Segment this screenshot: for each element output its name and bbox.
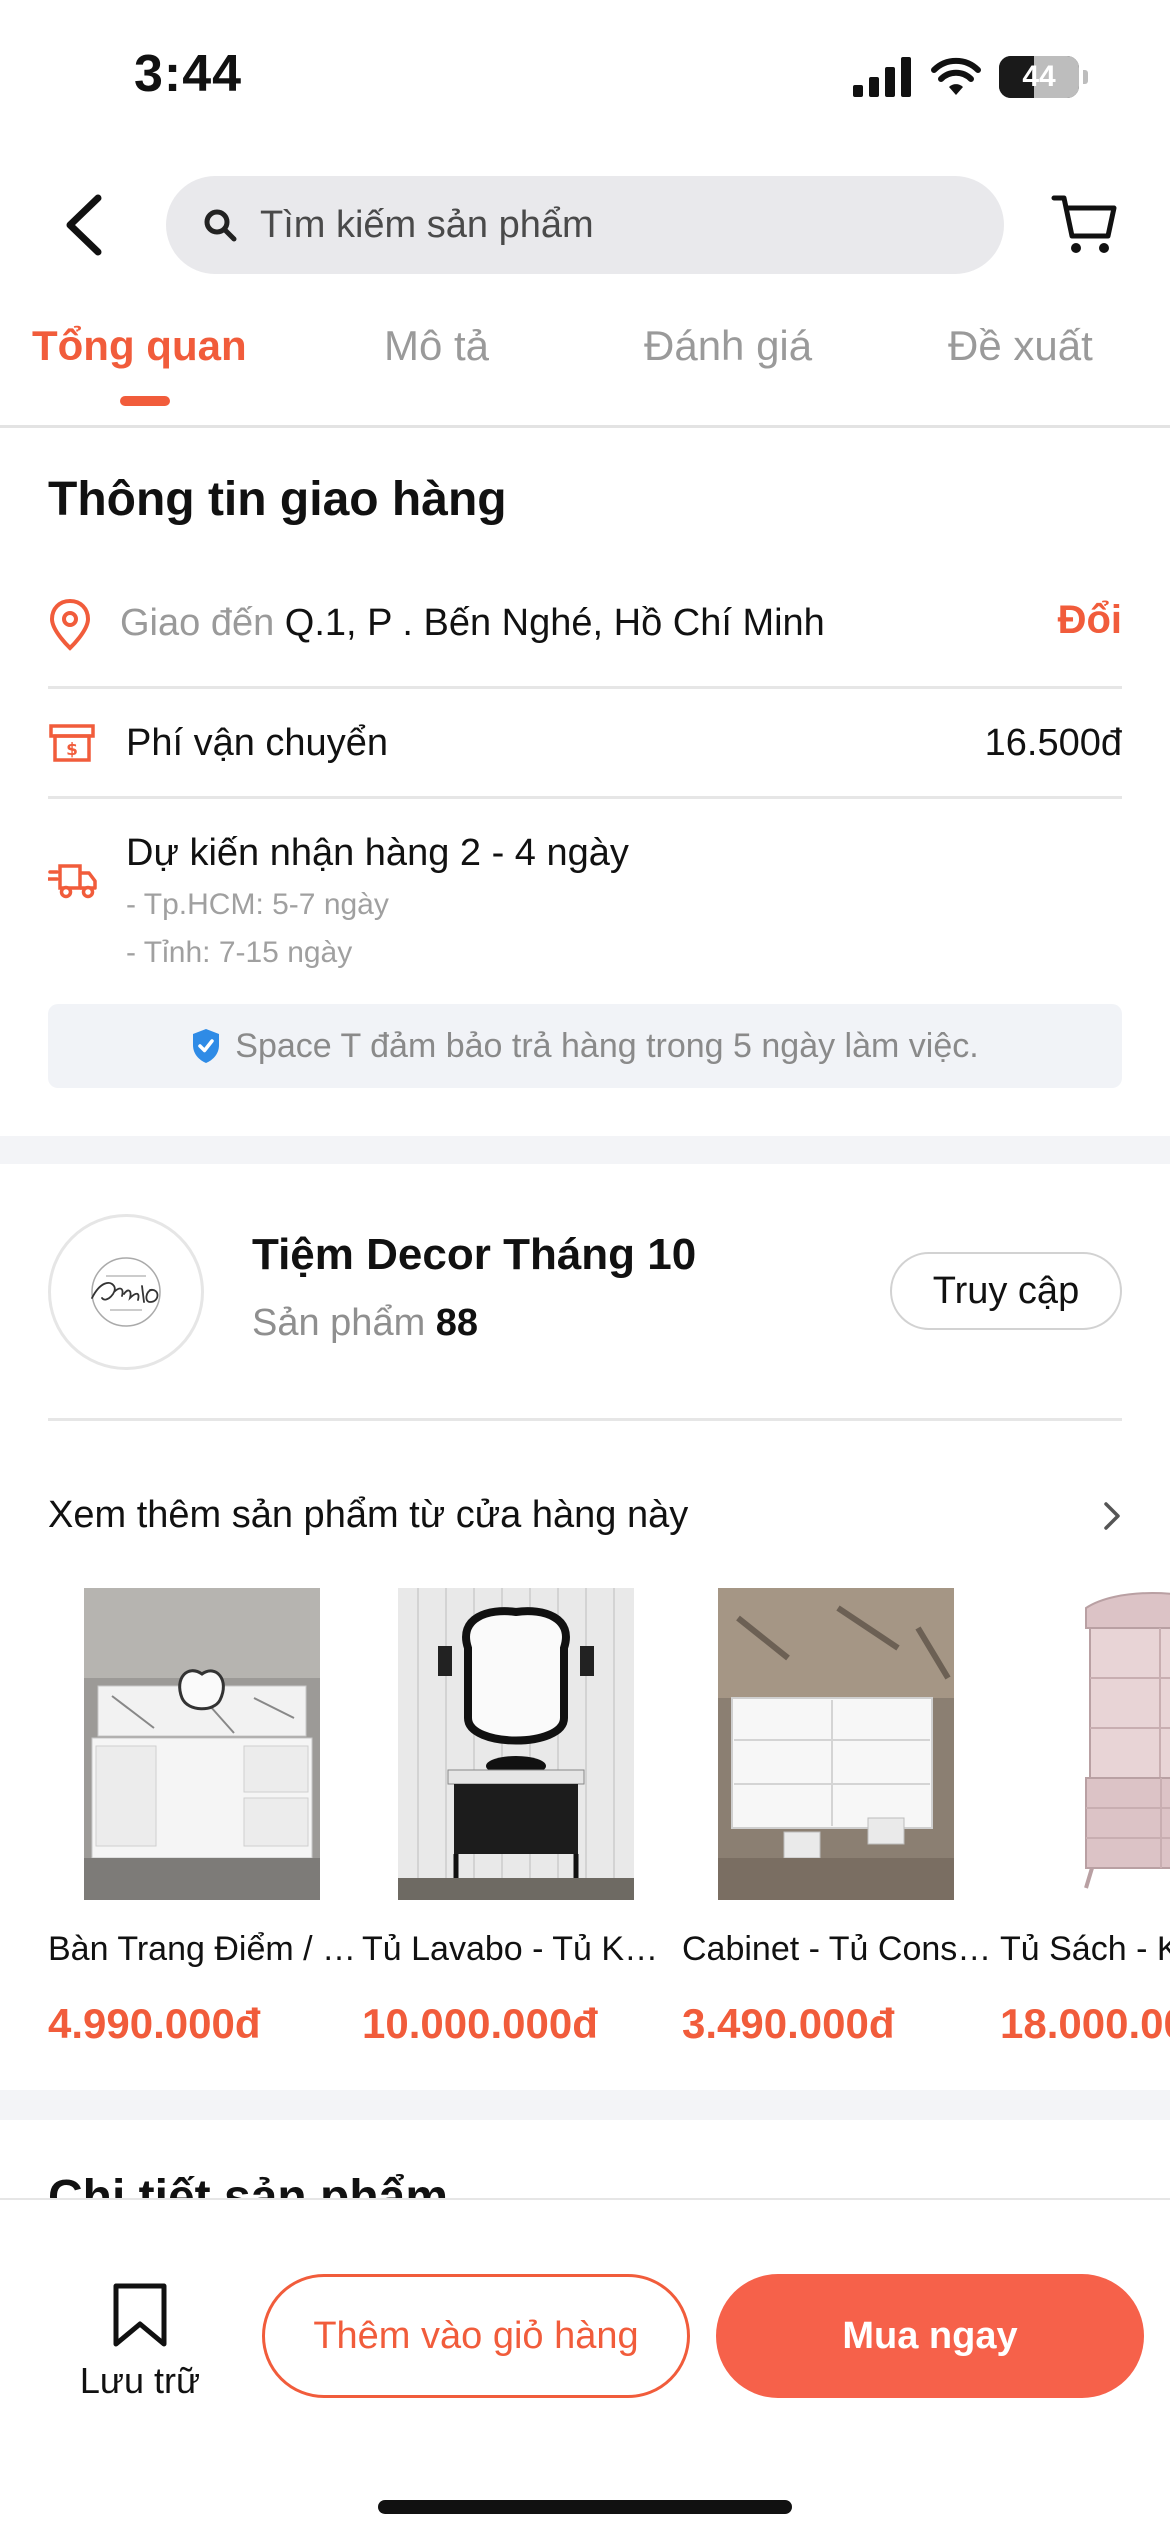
product-image[interactable] xyxy=(84,1588,320,1900)
delivery-section: Thông tin giao hàng Giao đến Q.1, P . Bế… xyxy=(0,430,1170,1134)
cart-button[interactable] xyxy=(1050,192,1120,258)
product-detail-section: Chi tiết sản phẩm xyxy=(0,2120,1170,2200)
shipping-fee-icon: $ xyxy=(49,724,95,762)
save-label: Lưu trữ xyxy=(79,2360,201,2401)
product-name: Cabinet - Tủ Console xyxy=(682,1930,992,1968)
delivery-truck-icon xyxy=(48,864,97,899)
wifi-icon xyxy=(931,57,981,95)
section-separator xyxy=(0,1136,1170,1164)
product-price: 4.990.000đ xyxy=(48,2000,261,2047)
product-image[interactable] xyxy=(1036,1588,1170,1900)
delivery-eta-title: Dự kiến nhận hàng 2 - 4 ngày xyxy=(126,832,629,874)
product-detail-title: Chi tiết sản phẩm xyxy=(48,2171,449,2200)
delivery-title: Thông tin giao hàng xyxy=(48,473,507,526)
search-icon xyxy=(204,209,237,242)
shop-name[interactable]: Tiệm Decor Tháng 10 xyxy=(252,1230,696,1280)
delivery-eta-hcm: - Tp.HCM: 5-7 ngày xyxy=(126,888,389,921)
location-value: Q.1, P . Bến Nghé, Hồ Chí Minh xyxy=(284,602,825,644)
product-price: 18.000.000đ xyxy=(1000,2000,1170,2047)
shop-product-count: Sản phẩm 88 xyxy=(252,1302,478,1345)
return-guarantee-text: Space T đảm bảo trả hàng trong 5 ngày là… xyxy=(235,1026,979,1065)
delivery-location-row[interactable]: Giao đến Q.1, P . Bến Nghé, Hồ Chí Minh … xyxy=(48,598,1122,652)
cellular-signal-icon xyxy=(853,57,911,97)
battery-level: 44 xyxy=(1022,60,1056,93)
delivery-eta-row: Dự kiến nhận hàng 2 - 4 ngày - Tp.HCM: 5… xyxy=(48,832,1122,982)
product-image-bookcase xyxy=(1036,1588,1170,1900)
product-image[interactable] xyxy=(718,1588,954,1900)
shipping-fee-row: $ Phí vận chuyển 16.500đ xyxy=(48,722,1122,772)
cart-icon xyxy=(1051,195,1117,253)
buy-now-button[interactable]: Mua ngay xyxy=(716,2274,1144,2398)
more-products-title[interactable]: Xem thêm sản phẩm từ cửa hàng này xyxy=(48,1494,688,1537)
status-time: 3:44 xyxy=(134,45,243,103)
shop-logo-icon xyxy=(91,1257,161,1327)
location-prefix: Giao đến xyxy=(120,602,275,644)
status-icons: 44 xyxy=(853,56,1088,98)
tab-suggestions[interactable]: Đề xuất xyxy=(948,322,1093,370)
status-bar: 3:44 44 xyxy=(0,0,1170,150)
bookmark-icon xyxy=(113,2283,167,2347)
shop-avatar[interactable] xyxy=(48,1214,204,1370)
home-indicator xyxy=(378,2500,792,2514)
tab-bar: Tổng quan Mô tả Đánh giá Đề xuất xyxy=(0,300,1170,428)
battery-icon: 44 xyxy=(999,56,1079,98)
save-button[interactable]: Lưu trữ xyxy=(70,2282,210,2402)
shop-product-count-label: Sản phẩm xyxy=(252,1302,426,1344)
product-image-cabinet xyxy=(718,1588,954,1900)
back-arrow-icon xyxy=(66,194,102,256)
tab-reviews[interactable]: Đánh giá xyxy=(644,322,812,370)
visit-shop-button[interactable]: Truy cập xyxy=(890,1252,1122,1330)
product-image-vanity xyxy=(84,1588,320,1900)
product-name: Tủ Sách - Kệ xyxy=(1000,1930,1170,1968)
shield-check-icon xyxy=(193,1029,220,1063)
divider xyxy=(48,796,1122,799)
product-name: Bàn Trang Điểm / Bàn Trang Điểm xyxy=(48,1930,358,1968)
shop-product-count-value: 88 xyxy=(435,1302,479,1344)
add-to-cart-button[interactable]: Thêm vào giỏ hàng xyxy=(262,2274,690,2398)
product-price: 3.490.000đ xyxy=(682,2000,895,2047)
change-location-link[interactable]: Đổi xyxy=(1058,598,1122,643)
shop-section: Tiệm Decor Tháng 10 Sản phẩm 88 Truy cập xyxy=(0,1164,1170,1421)
location-pin-icon xyxy=(49,598,91,651)
product-name: Tủ Lavabo - Tủ Kệ Lavabo xyxy=(362,1930,672,1968)
active-tab-indicator xyxy=(120,396,170,406)
delivery-location-text: Giao đến Q.1, P . Bến Nghé, Hồ Chí Minh xyxy=(120,602,825,645)
section-separator xyxy=(0,2090,1170,2120)
chevron-right-icon[interactable] xyxy=(1100,1498,1124,1534)
search-placeholder: Tìm kiếm sản phẩm xyxy=(260,203,594,246)
shipping-fee-value: 16.500đ xyxy=(984,722,1122,764)
tab-overview[interactable]: Tổng quan xyxy=(32,322,247,370)
battery-tip xyxy=(1083,70,1088,84)
more-products-section: Xem thêm sản phẩm từ cửa hàng này Bàn Tr… xyxy=(0,1420,1170,2090)
delivery-eta-province: - Tỉnh: 7-15 ngày xyxy=(126,936,353,969)
svg-text:$: $ xyxy=(66,740,78,760)
tab-description[interactable]: Mô tả xyxy=(384,322,489,370)
return-guarantee-banner: Space T đảm bảo trả hàng trong 5 ngày là… xyxy=(48,1004,1122,1088)
search-input[interactable]: Tìm kiếm sản phẩm xyxy=(166,176,1004,274)
product-price: 10.000.000đ xyxy=(362,2000,598,2047)
product-image[interactable] xyxy=(398,1588,634,1900)
product-image-lavabo xyxy=(398,1588,634,1900)
bottom-action-bar: Lưu trữ Thêm vào giỏ hàng Mua ngay xyxy=(0,2198,1170,2532)
back-button[interactable] xyxy=(56,190,116,260)
header: Tìm kiếm sản phẩm xyxy=(0,150,1170,300)
divider xyxy=(48,686,1122,689)
shipping-fee-label: Phí vận chuyển xyxy=(126,722,388,764)
